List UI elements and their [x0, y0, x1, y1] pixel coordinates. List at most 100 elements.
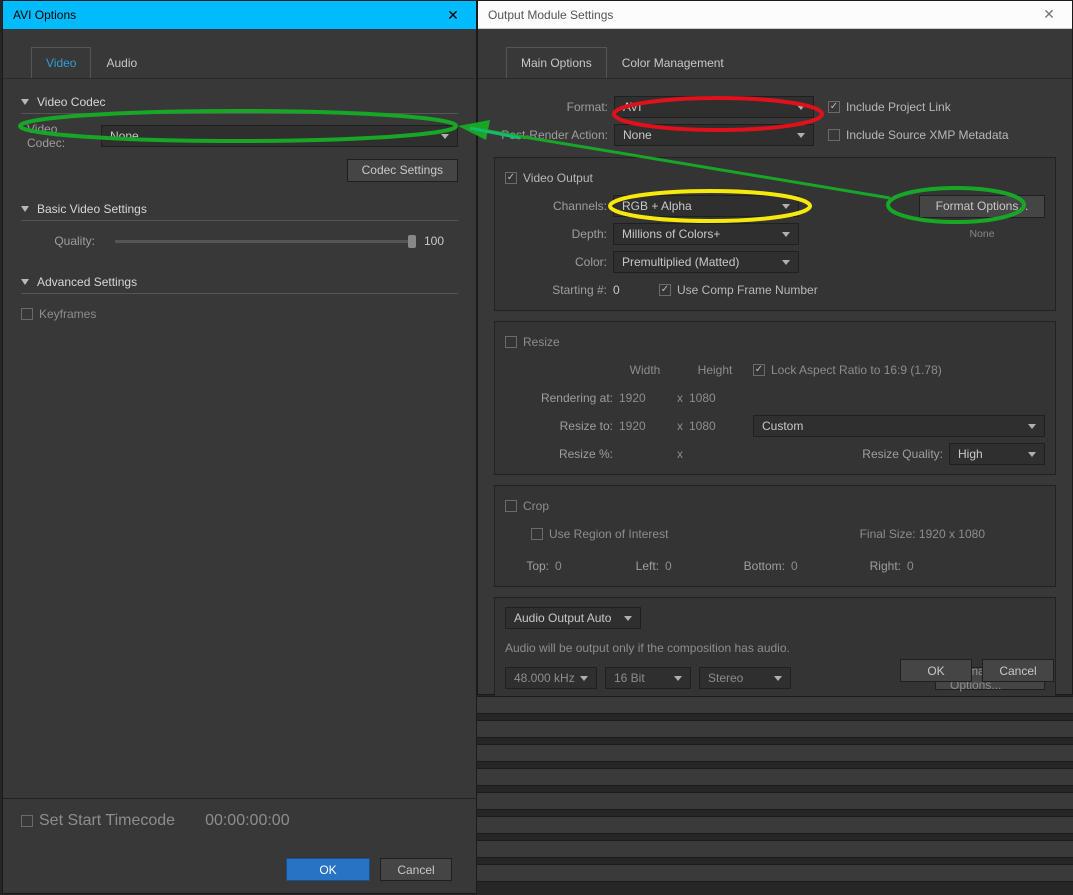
video-output-checkbox[interactable] [505, 172, 517, 184]
audio-output-value: Audio Output Auto [514, 611, 611, 625]
post-render-value: None [623, 128, 652, 142]
video-codec-section[interactable]: Video Codec [21, 89, 458, 113]
advanced-settings-section[interactable]: Advanced Settings [21, 269, 458, 293]
color-value: Premultiplied (Matted) [622, 255, 739, 269]
output-module-settings-dialog: Output Module Settings ✕ Main Options Co… [477, 0, 1073, 695]
crop-panel: Crop Use Region of Interest Final Size: … [494, 485, 1056, 587]
format-label: Format: [494, 100, 614, 114]
color-dropdown[interactable]: Premultiplied (Matted) [613, 251, 799, 273]
audio-stereo-dropdown[interactable]: Stereo [699, 667, 791, 689]
use-comp-frame-checkbox[interactable] [659, 284, 671, 296]
rendering-height: 1080 [689, 391, 741, 405]
tabs: Main Options Color Management [478, 29, 1072, 79]
post-render-dropdown[interactable]: None [614, 124, 814, 146]
tab-color-management[interactable]: Color Management [607, 47, 739, 78]
quality-value: 100 [424, 234, 458, 248]
include-project-link-checkbox[interactable] [828, 101, 840, 113]
ok-button[interactable]: OK [900, 659, 972, 682]
slider-handle-icon[interactable] [408, 235, 416, 248]
include-xmp-checkbox[interactable] [828, 129, 840, 141]
crop-left-value[interactable]: 0 [665, 559, 715, 573]
basic-settings-section[interactable]: Basic Video Settings [21, 196, 458, 220]
color-label: Color: [505, 255, 613, 269]
chevron-down-icon [782, 232, 790, 237]
x-sep: x [671, 419, 689, 433]
depth-label: Depth: [505, 227, 613, 241]
collapse-icon [21, 279, 29, 285]
start-timecode-label: Set Start Timecode [39, 812, 175, 830]
video-output-label: Video Output [523, 171, 593, 185]
start-timecode-checkbox[interactable] [21, 815, 33, 827]
crop-bottom-value[interactable]: 0 [791, 559, 841, 573]
audio-note: Audio will be output only if the composi… [505, 641, 790, 655]
crop-right-value[interactable]: 0 [907, 559, 947, 573]
use-comp-frame-label: Use Comp Frame Number [677, 283, 818, 297]
crop-checkbox[interactable] [505, 500, 517, 512]
video-output-panel: Video Output Channels: RGB + Alpha Forma… [494, 157, 1056, 311]
resize-width[interactable]: 1920 [619, 419, 671, 433]
rendering-at-label: Rendering at: [505, 391, 619, 405]
channels-dropdown[interactable]: RGB + Alpha [613, 195, 799, 217]
chevron-down-icon [774, 676, 782, 681]
rendering-width: 1920 [619, 391, 671, 405]
keyframes-checkbox[interactable] [21, 308, 33, 320]
video-codec-dropdown[interactable]: None [101, 125, 458, 147]
title-bar: Output Module Settings ✕ [478, 1, 1072, 29]
chevron-down-icon [441, 134, 449, 139]
audio-output-dropdown[interactable]: Audio Output Auto [505, 607, 641, 629]
resize-checkbox[interactable] [505, 336, 517, 348]
resize-quality-dropdown[interactable]: High [949, 443, 1045, 465]
final-size: Final Size: 1920 x 1080 [860, 527, 985, 541]
chevron-down-icon [1028, 424, 1036, 429]
cancel-button[interactable]: Cancel [982, 659, 1054, 682]
post-render-label: Post-Render Action: [494, 128, 614, 142]
audio-hz-value: 48.000 kHz [514, 671, 575, 685]
use-roi-checkbox[interactable] [531, 528, 543, 540]
crop-left-label: Left: [605, 559, 665, 573]
tab-audio[interactable]: Audio [91, 47, 152, 78]
lock-aspect-checkbox[interactable] [753, 364, 765, 376]
starting-label: Starting #: [505, 283, 613, 297]
chevron-down-icon [674, 676, 682, 681]
crop-title: Crop [523, 499, 549, 513]
include-xmp-label: Include Source XMP Metadata [846, 128, 1009, 142]
quality-slider[interactable] [115, 240, 416, 243]
cancel-button[interactable]: Cancel [380, 858, 452, 881]
resize-preset-dropdown[interactable]: Custom [753, 415, 1045, 437]
resize-quality-label: Resize Quality: [862, 447, 949, 461]
width-header: Width [619, 363, 671, 377]
resize-quality-value: High [958, 447, 983, 461]
depth-dropdown[interactable]: Millions of Colors+ [613, 223, 799, 245]
keyframes-label: Keyframes [39, 307, 96, 321]
channels-label: Channels: [505, 199, 613, 213]
background-strips [477, 696, 1073, 888]
dialog-title: Output Module Settings [478, 8, 1026, 22]
chevron-down-icon [797, 105, 805, 110]
audio-bit-value: 16 Bit [614, 671, 645, 685]
tab-main-options[interactable]: Main Options [506, 47, 607, 78]
audio-bit-dropdown[interactable]: 16 Bit [605, 667, 691, 689]
x-sep: x [671, 391, 689, 405]
chevron-down-icon [1028, 452, 1036, 457]
codec-settings-button[interactable]: Codec Settings [347, 159, 458, 182]
resize-title: Resize [523, 335, 560, 349]
resize-panel: Resize Width Height Lock Aspect Ratio to… [494, 321, 1056, 475]
audio-stereo-value: Stereo [708, 671, 743, 685]
dialog-title: AVI Options [3, 8, 430, 22]
close-icon[interactable]: ✕ [1026, 6, 1072, 23]
audio-panel: Audio Output Auto Audio will be output o… [494, 597, 1056, 699]
resize-height[interactable]: 1080 [689, 419, 741, 433]
audio-hz-dropdown[interactable]: 48.000 kHz [505, 667, 597, 689]
collapse-icon [21, 206, 29, 212]
close-icon[interactable]: ✕ [430, 7, 476, 24]
crop-top-value[interactable]: 0 [555, 559, 605, 573]
chevron-down-icon [624, 616, 632, 621]
avi-options-dialog: AVI Options ✕ Video Audio Video Codec Vi… [2, 0, 477, 894]
ok-button[interactable]: OK [286, 858, 370, 881]
starting-value[interactable]: 0 [613, 283, 659, 297]
format-options-button[interactable]: Format Options... [919, 195, 1045, 218]
resize-pct-label: Resize %: [505, 447, 619, 461]
chevron-down-icon [797, 133, 805, 138]
tab-video[interactable]: Video [31, 47, 91, 78]
format-dropdown[interactable]: AVI [614, 96, 814, 118]
